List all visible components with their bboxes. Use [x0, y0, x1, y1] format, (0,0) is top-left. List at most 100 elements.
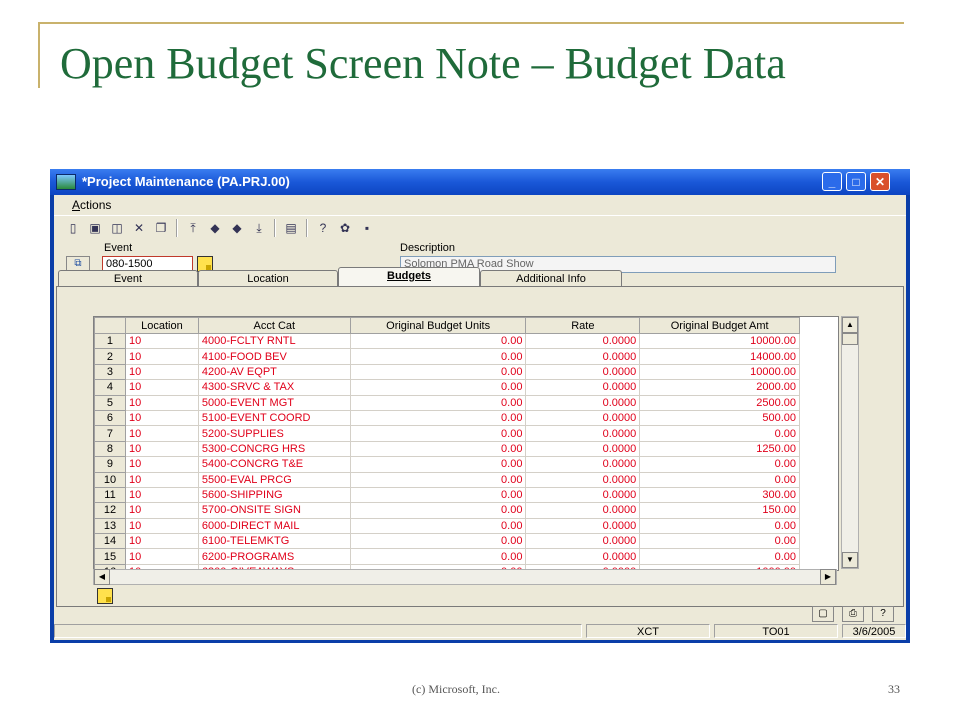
cell-original-budget-amt[interactable]: 0.00: [639, 456, 801, 473]
cell-original-budget-amt[interactable]: 0.00: [639, 425, 801, 442]
help-icon[interactable]: ?: [314, 219, 332, 237]
cell-acct-cat[interactable]: 5000-EVENT MGT: [197, 394, 351, 411]
row-number[interactable]: 13: [94, 517, 126, 535]
scroll-right-icon[interactable]: ▶: [820, 569, 836, 585]
cell-rate[interactable]: 0.0000: [525, 517, 641, 535]
row-number[interactable]: 4: [94, 379, 126, 396]
table-row[interactable]: 15 10 6200-PROGRAMS 0.00 0.0000 0.00: [94, 548, 838, 565]
scroll-left-icon[interactable]: ◀: [94, 569, 110, 585]
save-icon[interactable]: ▣: [86, 219, 104, 237]
cell-original-budget-amt[interactable]: 14000.00: [639, 348, 801, 365]
cell-rate[interactable]: 0.0000: [525, 471, 641, 488]
table-row[interactable]: 8 10 5300-CONCRG HRS 0.00 0.0000 1250.00: [94, 440, 838, 458]
col-original-budget-amt[interactable]: Original Budget Amt: [639, 317, 801, 334]
row-number[interactable]: 10: [94, 471, 126, 488]
window-icon[interactable]: ▤: [282, 219, 300, 237]
table-row[interactable]: 3 10 4200-AV EQPT 0.00 0.0000 10000.00: [94, 363, 838, 381]
cell-location[interactable]: 10: [124, 502, 199, 519]
cell-original-budget-amt[interactable]: 0.00: [639, 471, 801, 488]
row-number[interactable]: 12: [94, 502, 126, 519]
help-icon[interactable]: ?: [872, 606, 894, 622]
row-number[interactable]: 15: [94, 548, 126, 565]
scroll-up-icon[interactable]: ▲: [842, 317, 858, 333]
customize-icon[interactable]: ✿: [336, 219, 354, 237]
cell-original-budget-amt[interactable]: 150.00: [639, 502, 801, 519]
maximize-button[interactable]: □: [846, 172, 866, 191]
new-icon[interactable]: ▯: [64, 219, 82, 237]
window-titlebar[interactable]: *Project Maintenance (PA.PRJ.00) _ □ ✕: [50, 169, 910, 195]
table-row[interactable]: 14 10 6100-TELEMKTG 0.00 0.0000 0.00: [94, 533, 838, 550]
note-icon[interactable]: ▢: [812, 606, 834, 622]
table-row[interactable]: 4 10 4300-SRVC & TAX 0.00 0.0000 2000.00: [94, 379, 838, 396]
cell-location[interactable]: 10: [124, 517, 199, 535]
menu-actions[interactable]: Actions: [72, 198, 111, 212]
close-button[interactable]: ✕: [870, 172, 890, 191]
cell-original-budget-units[interactable]: 0.00: [349, 533, 527, 550]
cell-original-budget-amt[interactable]: 1250.00: [639, 440, 801, 458]
next-icon[interactable]: ◆: [228, 219, 246, 237]
cell-original-budget-units[interactable]: 0.00: [349, 471, 527, 488]
minimize-button[interactable]: _: [822, 172, 842, 191]
cell-location[interactable]: 10: [124, 486, 199, 504]
table-row[interactable]: 10 10 5500-EVAL PRCG 0.00 0.0000 0.00: [94, 471, 838, 488]
cell-acct-cat[interactable]: 5300-CONCRG HRS: [197, 440, 351, 458]
cell-acct-cat[interactable]: 5700-ONSITE SIGN: [197, 502, 351, 519]
tab-additional-info[interactable]: Additional Info: [480, 270, 622, 286]
cell-rate[interactable]: 0.0000: [525, 394, 641, 411]
col-acct-cat[interactable]: Acct Cat: [197, 317, 351, 334]
cell-original-budget-units[interactable]: 0.00: [349, 348, 527, 365]
cell-location[interactable]: 10: [124, 409, 199, 427]
table-row[interactable]: 9 10 5400-CONCRG T&E 0.00 0.0000 0.00: [94, 456, 838, 473]
cell-acct-cat[interactable]: 4300-SRVC & TAX: [197, 379, 351, 396]
cell-acct-cat[interactable]: 5500-EVAL PRCG: [197, 471, 351, 488]
cell-original-budget-amt[interactable]: 300.00: [639, 486, 801, 504]
row-number[interactable]: 6: [94, 409, 126, 427]
cell-original-budget-amt[interactable]: 2000.00: [639, 379, 801, 396]
cell-original-budget-units[interactable]: 0.00: [349, 548, 527, 565]
cell-original-budget-units[interactable]: 0.00: [349, 517, 527, 535]
cell-rate[interactable]: 0.0000: [525, 548, 641, 565]
prev-icon[interactable]: ◆: [206, 219, 224, 237]
cell-location[interactable]: 10: [124, 394, 199, 411]
table-row[interactable]: 12 10 5700-ONSITE SIGN 0.00 0.0000 150.00: [94, 502, 838, 519]
table-row[interactable]: 13 10 6000-DIRECT MAIL 0.00 0.0000 0.00: [94, 517, 838, 535]
tab-location[interactable]: Location: [198, 270, 338, 286]
scroll-down-icon[interactable]: ▼: [842, 552, 858, 568]
cell-original-budget-amt[interactable]: 0.00: [639, 533, 801, 550]
refresh-icon[interactable]: ◫: [108, 219, 126, 237]
cell-acct-cat[interactable]: 5600-SHIPPING: [197, 486, 351, 504]
cell-original-budget-units[interactable]: 0.00: [349, 409, 527, 427]
row-number[interactable]: 9: [94, 456, 126, 473]
col-rate[interactable]: Rate: [525, 317, 641, 334]
row-number[interactable]: 2: [94, 348, 126, 365]
cell-acct-cat[interactable]: 5100-EVENT COORD: [197, 409, 351, 427]
cell-original-budget-amt[interactable]: 10000.00: [639, 363, 801, 381]
cell-acct-cat[interactable]: 6200-PROGRAMS: [197, 548, 351, 565]
row-number[interactable]: 14: [94, 533, 126, 550]
budget-grid[interactable]: Location Acct Cat Original Budget Units …: [93, 316, 839, 571]
cell-acct-cat[interactable]: 4200-AV EQPT: [197, 363, 351, 381]
tab-event[interactable]: Event: [58, 270, 198, 286]
col-original-budget-units[interactable]: Original Budget Units: [349, 317, 527, 334]
cell-acct-cat[interactable]: 5200-SUPPLIES: [197, 425, 351, 442]
row-number[interactable]: 8: [94, 440, 126, 458]
cell-original-budget-units[interactable]: 0.00: [349, 486, 527, 504]
row-number[interactable]: 1: [94, 332, 126, 350]
tab-budgets[interactable]: Budgets: [338, 267, 480, 287]
cell-original-budget-amt[interactable]: 2500.00: [639, 394, 801, 411]
cell-original-budget-units[interactable]: 0.00: [349, 332, 527, 350]
print-icon[interactable]: ▪: [358, 219, 376, 237]
table-row[interactable]: 2 10 4100-FOOD BEV 0.00 0.0000 14000.00: [94, 348, 838, 365]
cell-location[interactable]: 10: [124, 425, 199, 442]
vertical-scrollbar[interactable]: ▲ ▼: [841, 316, 859, 569]
cell-original-budget-units[interactable]: 0.00: [349, 502, 527, 519]
cell-location[interactable]: 10: [124, 471, 199, 488]
col-location[interactable]: Location: [124, 317, 199, 334]
table-row[interactable]: 6 10 5100-EVENT COORD 0.00 0.0000 500.00: [94, 409, 838, 427]
cell-location[interactable]: 10: [124, 348, 199, 365]
scroll-thumb[interactable]: [842, 333, 858, 345]
cell-original-budget-units[interactable]: 0.00: [349, 363, 527, 381]
table-row[interactable]: 5 10 5000-EVENT MGT 0.00 0.0000 2500.00: [94, 394, 838, 411]
cell-rate[interactable]: 0.0000: [525, 456, 641, 473]
table-row[interactable]: 7 10 5200-SUPPLIES 0.00 0.0000 0.00: [94, 425, 838, 442]
